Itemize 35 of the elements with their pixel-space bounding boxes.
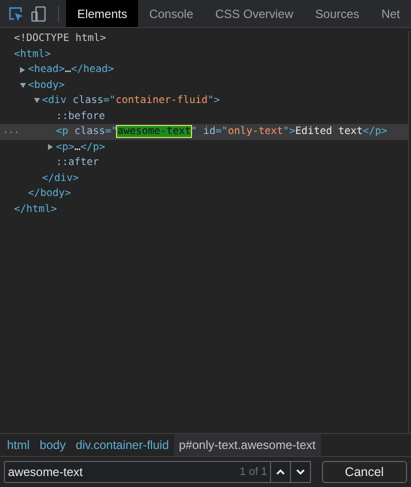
caret-up-icon <box>276 469 286 475</box>
dom-node[interactable]: <head>…</head> <box>28 64 114 76</box>
closing-tag[interactable]: </body> <box>28 188 71 200</box>
panel-tab[interactable]: Net <box>370 0 411 27</box>
panel-tab[interactable]: Console <box>138 0 204 27</box>
breadcrumb[interactable]: div.container-fluid <box>70 434 174 456</box>
dom-node[interactable]: ::before <box>56 110 106 122</box>
search-box[interactable]: awesome-text 1 of 1 <box>4 461 272 483</box>
expanded-triangle-icon[interactable] <box>20 82 26 88</box>
breadcrumb[interactable]: body <box>34 434 71 456</box>
dom-node[interactable]: ::after <box>56 157 99 168</box>
caret-down-icon <box>296 469 305 475</box>
panel-tab[interactable]: Sources <box>304 0 370 27</box>
dom-node[interactable]: <div class="container-fluid"> <box>42 95 220 106</box>
collapsed-triangle-icon[interactable] <box>20 66 25 73</box>
collapsed-triangle-icon[interactable] <box>48 144 53 150</box>
breadcrumb[interactable]: html <box>2 434 35 456</box>
closing-tag[interactable]: </html> <box>14 204 57 215</box>
next-match-button[interactable] <box>290 461 311 483</box>
expanded-triangle-icon[interactable] <box>34 98 40 104</box>
dom-node[interactable]: <html> <box>14 48 51 60</box>
closing-tag[interactable]: </div> <box>42 172 79 184</box>
dom-node[interactable]: <!DOCTYPE html> <box>14 33 106 44</box>
previous-match-button[interactable] <box>271 461 291 483</box>
cancel-button[interactable]: Cancel <box>322 461 407 483</box>
dom-node[interactable]: <p>…</p> <box>56 142 106 153</box>
panel-tab[interactable]: CSS Overview <box>204 0 304 27</box>
dom-node[interactable]: <body> <box>28 80 65 91</box>
search-field[interactable]: awesome-text <box>8 465 240 479</box>
search-match-highlight: awesome-text <box>117 126 191 138</box>
match-count: 1 of 1 <box>240 466 268 478</box>
more-options-icon[interactable]: ... <box>3 124 20 138</box>
panel-tab[interactable]: Elements <box>66 0 138 27</box>
breadcrumb[interactable]: p#only-text.awesome-text <box>174 434 321 456</box>
dom-node[interactable]: <p class="awesome-text" id="only-text">Edited text</p> <box>56 126 388 138</box>
